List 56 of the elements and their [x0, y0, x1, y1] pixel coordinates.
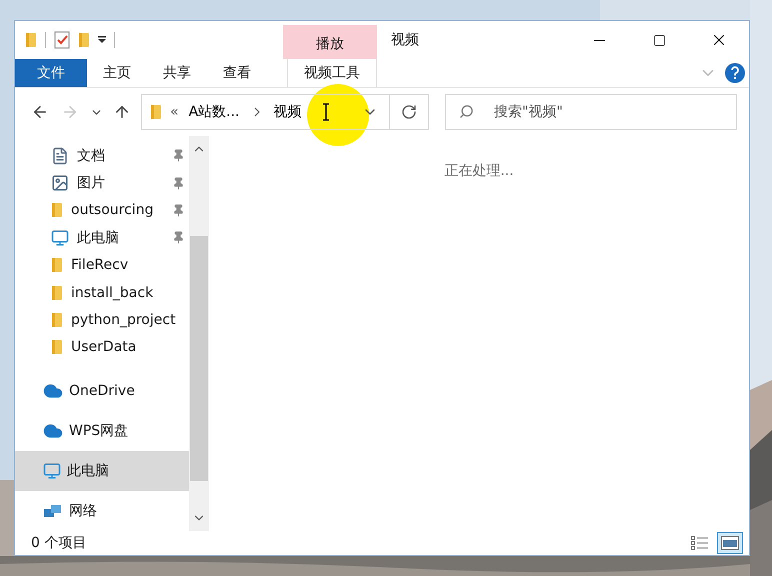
folder-icon: [78, 32, 90, 48]
monitor-icon: [51, 228, 69, 247]
overflow-chevron[interactable]: «: [170, 104, 179, 120]
ribbon-tab[interactable]: 共享: [147, 59, 207, 87]
nav-item[interactable]: 此电脑: [15, 224, 189, 252]
nav-item[interactable]: install_back: [15, 278, 189, 306]
nav-item[interactable]: 此电脑: [15, 451, 189, 491]
folder-icon: [51, 339, 63, 356]
forward-arrow-icon: [61, 103, 79, 121]
network-icon: [43, 503, 63, 519]
scrollbar[interactable]: [189, 136, 209, 531]
folder-icon: [51, 284, 63, 301]
nav-item[interactable]: 网络: [15, 491, 189, 531]
nav-item[interactable]: python_project: [15, 306, 189, 334]
nav-item[interactable]: WPS网盘: [15, 411, 189, 451]
nav-item[interactable]: FileRecv: [15, 252, 189, 279]
dropdown-icon[interactable]: [98, 36, 106, 44]
view-button[interactable]: [717, 532, 743, 554]
address-bar[interactable]: « A站数... 视频: [141, 94, 429, 130]
details-view-icon: [691, 535, 709, 551]
nav-item[interactable]: UserData: [15, 334, 189, 361]
text-cursor-icon: [322, 103, 330, 121]
folder-icon: [150, 104, 162, 120]
context-tab-header: 播放: [283, 25, 377, 59]
ribbon-tab[interactable]: 文件: [15, 59, 87, 87]
checklist-icon[interactable]: [54, 31, 70, 49]
maximize-icon: [652, 34, 666, 46]
document-icon: [51, 146, 69, 165]
help-icon[interactable]: [725, 63, 745, 83]
window-title: 视频: [390, 31, 420, 50]
pin-icon[interactable]: [172, 204, 185, 217]
folder-icon: [25, 32, 37, 48]
nav-item[interactable]: outsourcing: [15, 196, 189, 224]
folder-icon: [51, 312, 63, 328]
pin-icon[interactable]: [172, 176, 185, 190]
status-message: 正在处理...: [444, 162, 514, 181]
search-icon: [459, 104, 474, 119]
pin-icon[interactable]: [172, 149, 185, 162]
breadcrumb-separator-icon: [254, 107, 260, 117]
pin-icon[interactable]: [172, 231, 185, 244]
refresh-icon: [401, 104, 417, 120]
scrollbar-thumb[interactable]: [190, 236, 208, 481]
ribbon-tab[interactable]: 主页: [87, 59, 147, 87]
folder-icon: [51, 202, 63, 218]
search-field[interactable]: 搜索"视频": [445, 94, 737, 130]
nav-item[interactable]: 文档: [15, 142, 189, 170]
image-icon: [51, 174, 69, 192]
breadcrumb-item[interactable]: A站数...: [186, 103, 242, 121]
nav-item[interactable]: OneDrive: [15, 371, 189, 411]
ribbon-tab[interactable]: 查看: [207, 59, 267, 87]
folder-icon: [51, 257, 63, 274]
item-count: 0 个项目: [31, 534, 86, 552]
nav-item[interactable]: 图片: [15, 169, 189, 197]
large-icons-view-icon: [721, 536, 739, 550]
breadcrumb-item[interactable]: 视频: [272, 103, 304, 121]
monitor-icon: [43, 462, 61, 480]
